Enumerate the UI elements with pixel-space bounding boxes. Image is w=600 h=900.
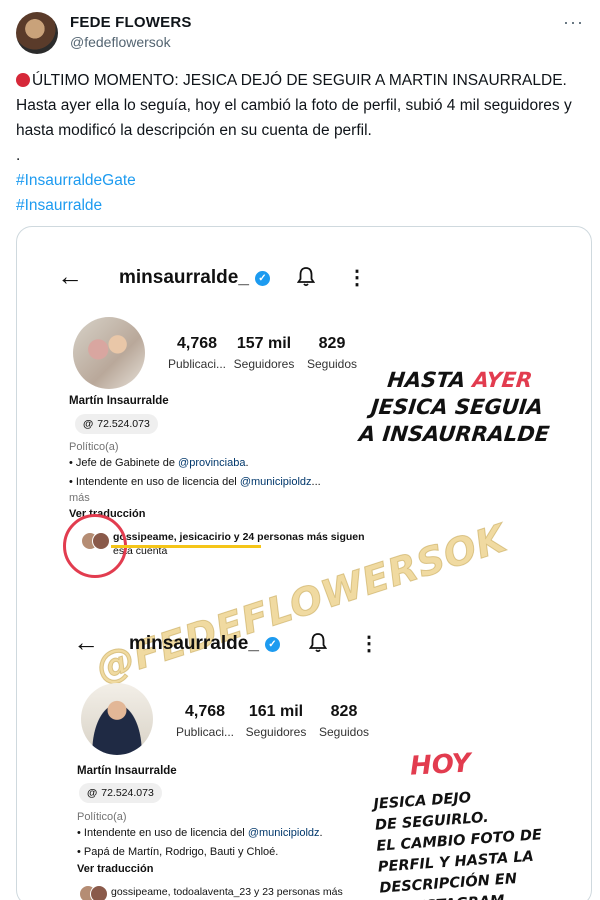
verified-badge-icon: ✓ [264,637,280,652]
bell-icon [308,633,328,653]
tweet-headline: ÚLTIMO MOMENTO: JESICA DEJÓ DE SEGUIR A … [32,72,567,89]
stat-following: 828 Seguidos [317,703,371,739]
ig-category: Político(a) [69,441,119,453]
caption-accent: AYER [471,368,534,392]
stat-value: 4,768 [176,335,218,352]
threads-count: 72.524.073 [101,787,154,799]
ig-translate: Ver traducción [77,863,154,875]
tweet-line-1: ÚLTIMO MOMENTO: JESICA DEJÓ DE SEGUIR A … [16,68,588,93]
stat-value: 4,768 [184,703,226,720]
stat-value: 157 mil [236,335,292,352]
threads-chip: @72.524.073 [75,414,158,434]
caption-line: A INSAURRALDE [357,422,551,446]
stat-value: 829 [318,335,346,352]
follower-avatars [79,885,109,900]
profile-photo-after [81,683,153,755]
ig-more-icon: ⋮ [347,267,367,289]
ig-username: minsaurralde_ ✓ [119,267,270,289]
ig-bio: • Intendente en uso de licencia del @mun… [77,824,323,862]
author-avatar[interactable] [16,12,58,54]
bio-line: • Intendente en uso de licencia del @mun… [77,824,323,843]
hashtag-insaurralde[interactable]: #Insaurralde [16,197,102,214]
profile-photo-before [73,317,145,389]
caption-after: JESICA DEJO DE SEGUIRLO. EL CAMBIO FOTO … [373,779,591,900]
stat-label: Publicaci... [167,357,227,371]
ig-bio: • Jefe de Gabinete de @provinciaba. • In… [69,454,321,492]
followed-by-text: gossipeame, todoalaventa_23 y 23 persona… [111,886,343,898]
tweet-text: ÚLTIMO MOMENTO: JESICA DEJÓ DE SEGUIR A … [16,68,588,218]
author-display-name[interactable]: FEDE FLOWERS [70,14,192,31]
stat-followers: 161 mil Seguidores [241,703,311,739]
ig-username-text: minsaurralde_ [119,267,249,288]
ig-username: minsaurralde_ ✓ [129,633,280,655]
stat-label: Seguidores [245,725,307,739]
stat-label: Seguidores [233,357,295,371]
stat-label: Seguidos [318,725,370,739]
tweet-media-image[interactable]: ← minsaurralde_ ✓ ⋮ 4,768 Publicaci... 157… [16,226,592,900]
caption-before: HASTA AYER JESICA SEGUIA A INSAURRALDE [343,367,572,448]
caption-text: HASTA [386,368,474,392]
red-circle-emoji-icon [16,73,30,87]
bio-text: . [245,457,249,469]
stat-value: 828 [330,703,358,720]
bio-line: • Papá de Martín, Rodrigo, Bauti y Chloé… [77,846,279,858]
threads-count: 72.524.073 [97,418,150,430]
bio-line: • Intendente en uso de licencia del @mun… [69,473,321,492]
caption-hoy: HOY [409,748,472,782]
ig-more-icon: ⋮ [359,633,379,655]
tweet-dot-line: . [16,147,21,164]
stat-posts: 4,768 Publicaci... [165,335,229,371]
tweet-header: FEDE FLOWERS @fedeflowersok ··· [16,10,584,56]
ig-full-name: Martín Insaurralde [69,395,169,407]
bio-text: . [319,827,323,839]
ig-full-name: Martín Insaurralde [77,765,177,777]
stat-posts: 4,768 Publicaci... [173,703,237,739]
caption-line: HASTA AYER [348,367,571,394]
bio-text: • Intendente en uso de licencia del [69,476,240,488]
back-arrow-icon: ← [57,261,83,291]
follower-avatar [90,885,108,900]
bio-text: • Jefe de Gabinete de [69,457,179,469]
bio-mention: @municipioldz [239,476,312,488]
ig-category: Político(a) [77,811,127,823]
bell-icon [296,267,316,287]
caption-line: JESICA SEGUIA [369,395,545,419]
tweet-line-2: Hasta ayer ella lo seguía, hoy el cambió… [16,97,572,139]
bio-text: ... [311,476,321,488]
verified-badge-icon: ✓ [254,271,270,286]
bio-line: • Jefe de Gabinete de @provinciaba. [69,454,321,473]
stat-label: Publicaci... [175,725,235,739]
stat-followers: 157 mil Seguidores [231,335,297,371]
ig-bio-more: más [69,492,90,504]
threads-chip: @72.524.073 [79,783,162,803]
bio-text: • Intendente en uso de licencia del [77,827,248,839]
highlight-underline [111,545,261,548]
threads-icon: @ [83,418,94,430]
stat-value: 161 mil [248,703,304,720]
threads-icon: @ [87,787,98,799]
more-options-icon[interactable]: ··· [563,12,584,33]
author-handle[interactable]: @fedeflowersok [70,34,171,50]
bio-mention: @municipioldz [247,827,320,839]
back-arrow-icon: ← [73,627,99,657]
bio-mention: @provinciaba [178,457,246,469]
followed-by-text: gossipeame, jesicacirio y 24 personas má… [113,531,365,543]
hashtag-insaurraldegate[interactable]: #InsaurraldeGate [16,172,136,189]
ig-username-text: minsaurralde_ [129,633,259,654]
stat-following: 829 Seguidos [305,335,359,371]
